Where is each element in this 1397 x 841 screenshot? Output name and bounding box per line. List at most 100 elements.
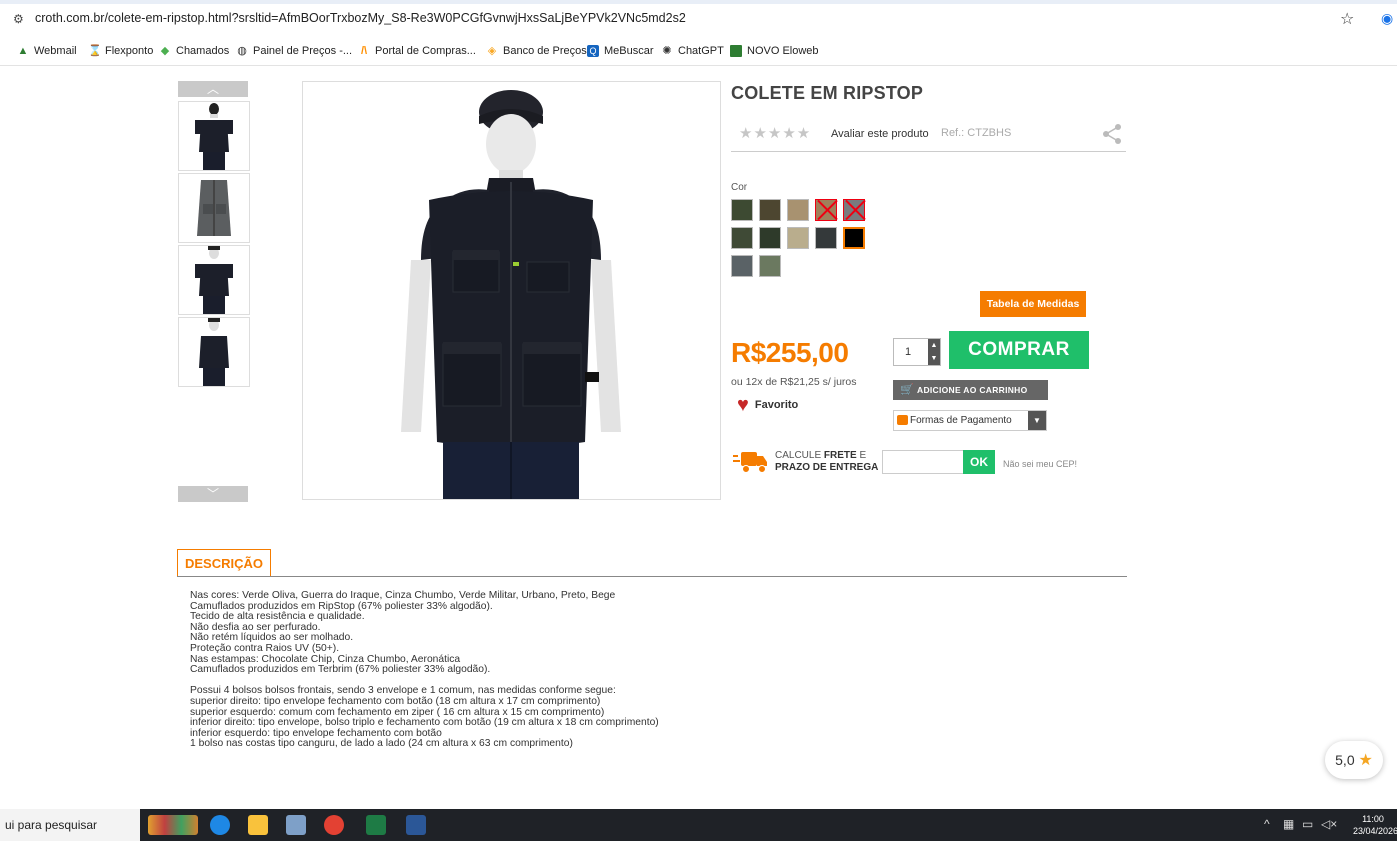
product-price: R$255,00 <box>731 337 849 368</box>
installments-text: ou 12x de R$21,25 s/ juros <box>731 376 857 388</box>
color-swatch-12[interactable] <box>759 255 781 277</box>
taskbar-search-box[interactable]: ui para pesquisar <box>0 809 140 841</box>
cep-ok-button[interactable]: OK <box>963 450 995 474</box>
color-swatch-11[interactable] <box>731 255 753 277</box>
webmail-icon: ▲ <box>17 45 29 57</box>
clock-date: 23/04/2026 <box>1353 826 1397 836</box>
product-thumbnail-2[interactable] <box>178 173 250 243</box>
bookmark-mebuscar[interactable]: Q MeBuscar <box>587 45 654 57</box>
cep-input[interactable] <box>882 450 964 474</box>
taskbar-widget-icon[interactable] <box>148 815 198 835</box>
star-icon: ★ <box>1358 752 1373 769</box>
color-swatch-10-selected[interactable] <box>843 227 865 249</box>
rating-row: ★★★★★ Avaliar este produto Ref.: CTZBHS <box>731 122 1126 152</box>
profile-icon[interactable]: ◉ <box>1381 10 1393 27</box>
windows-taskbar: ui para pesquisar ^ ▦ ▭ ◁× 11:00 23/04/2… <box>0 809 1397 841</box>
eloweb-icon <box>730 45 742 57</box>
color-swatch-4-unavailable[interactable] <box>815 199 837 221</box>
color-swatch-1[interactable] <box>731 199 753 221</box>
product-thumbnail-1[interactable] <box>178 101 250 171</box>
thumbnail-scroll-up-button[interactable]: ︿ <box>178 81 248 97</box>
description-line: 1 bolso nas costas tipo canguru, de lado… <box>190 738 573 750</box>
quantity-value[interactable]: 1 <box>905 346 911 358</box>
no-cep-link[interactable]: Não sei meu CEP! <box>1003 459 1077 469</box>
vest-gray-thumbnail-image <box>197 180 231 236</box>
rate-product-link[interactable]: Avaliar este produto <box>831 128 929 140</box>
color-swatch-9[interactable] <box>815 227 837 249</box>
volume-icon[interactable]: ◁× <box>1321 817 1337 831</box>
heart-icon: ♥ <box>737 394 749 416</box>
network-icon[interactable]: ▭ <box>1302 817 1313 831</box>
truck-icon <box>733 450 767 479</box>
bookmark-portal-compras[interactable]: /\ Portal de Compras... <box>358 45 476 57</box>
description-line: Proteção contra Raios UV (50+). <box>190 642 340 654</box>
globe-icon: ◍ <box>237 45 247 57</box>
tray-chevron-up-icon[interactable]: ^ <box>1264 817 1270 831</box>
share-icon[interactable] <box>1101 123 1123 150</box>
tray-app-icon[interactable]: ▦ <box>1283 817 1294 831</box>
payment-methods-dropdown[interactable]: Formas de Pagamento ▼ <box>893 410 1047 431</box>
color-swatch-2[interactable] <box>759 199 781 221</box>
product-title: COLETE EM RIPSTOP <box>731 83 924 103</box>
color-swatch-6[interactable] <box>731 227 753 249</box>
bookmark-banco-precos[interactable]: ◈ Banco de Preços <box>486 45 587 57</box>
taskbar-clock[interactable]: 11:00 23/04/2026 <box>1353 813 1397 837</box>
description-divider <box>177 576 1127 577</box>
word-icon[interactable] <box>406 815 426 835</box>
product-reference: Ref.: CTZBHS <box>941 127 1012 139</box>
quantity-spin-icon[interactable]: ▲ ▼ <box>928 339 940 365</box>
site-info-icon[interactable]: ⚙ <box>13 12 24 26</box>
color-swatch-5-unavailable[interactable] <box>843 199 865 221</box>
rating-score-badge[interactable]: 5,0 ★ <box>1325 741 1383 779</box>
url-field[interactable]: croth.com.br/colete-em-ripstop.html?srsl… <box>35 11 686 25</box>
chatgpt-icon: ✺ <box>662 45 672 57</box>
edge-icon[interactable] <box>210 815 230 835</box>
hourglass-icon: ⌛ <box>88 45 102 57</box>
color-swatch-8[interactable] <box>787 227 809 249</box>
color-label: Cor <box>731 182 748 193</box>
chrome-icon[interactable] <box>324 815 344 835</box>
product-thumbnail-4[interactable] <box>178 317 250 387</box>
payment-icon <box>897 415 908 425</box>
quantity-stepper[interactable]: 1 ▲ ▼ <box>893 338 941 366</box>
bookmark-chatgpt[interactable]: ✺ ChatGPT <box>661 45 723 57</box>
file-explorer-icon[interactable] <box>248 815 268 835</box>
favorite-label: Favorito <box>754 399 799 411</box>
color-swatch-7[interactable] <box>759 227 781 249</box>
tab-strip-edge <box>0 0 1397 4</box>
bookmarks-bar: ▲ Webmail ⌛ Flexponto ◆ Chamados ◍ Painel de… <box>0 38 1397 66</box>
description-text: Nas cores: Verde Oliva, Guerra do Iraque… <box>190 590 1090 750</box>
excel-icon[interactable] <box>366 815 386 835</box>
score-value: 5,0 <box>1335 752 1355 768</box>
bookmark-star-icon[interactable]: ☆ <box>1340 9 1354 29</box>
chevron-down-icon[interactable]: ▼ <box>1028 411 1046 430</box>
banco-icon: ◈ <box>487 45 497 57</box>
address-bar: ⚙ croth.com.br/colete-em-ripstop.html?sr… <box>0 0 1397 38</box>
description-line: Tecido de alta resistência e qualidade. <box>190 611 365 623</box>
favorite-button[interactable]: ♥ Favorito <box>737 394 799 416</box>
product-main-image[interactable] <box>302 81 721 500</box>
cart-icon: 🛒 <box>900 384 914 396</box>
size-table-button[interactable]: Tabela de Medidas <box>980 291 1086 317</box>
bookmark-novo-eloweb[interactable]: NOVO Eloweb <box>730 45 819 57</box>
thumbnail-scroll-down-button[interactable]: ﹀ <box>178 486 248 502</box>
shipping-calculator-label: CALCULE FRETE E PRAZO DE ENTREGA <box>775 450 879 473</box>
product-thumbnail-3[interactable] <box>178 245 250 315</box>
paint-icon[interactable] <box>286 815 306 835</box>
clock-time: 11:00 <box>1362 814 1384 824</box>
add-to-cart-label: ADICIONE AO CARRINHO <box>917 385 1028 395</box>
description-line: superior direito: tipo envelope fechamen… <box>190 695 601 707</box>
rating-stars[interactable]: ★★★★★ <box>739 124 811 142</box>
add-to-cart-button[interactable]: 🛒 ADICIONE AO CARRINHO <box>893 380 1048 400</box>
bookmark-webmail[interactable]: ▲ Webmail <box>17 45 77 57</box>
color-swatch-3[interactable] <box>787 199 809 221</box>
vest-front-thumbnail-image <box>195 103 233 170</box>
buy-button[interactable]: COMPRAR <box>949 331 1089 369</box>
bookmark-painel-precos[interactable]: ◍ Painel de Preços -... <box>236 45 352 57</box>
description-line: Camuflados produzidos em Terbrim (67% po… <box>190 664 491 676</box>
bookmark-flexponto[interactable]: ⌛ Flexponto <box>88 45 153 57</box>
bookmark-chamados[interactable]: ◆ Chamados <box>159 45 229 57</box>
portal-icon: /\ <box>360 45 368 57</box>
tab-description[interactable]: DESCRIÇÃO <box>177 549 271 576</box>
description-line: Nas cores: Verde Oliva, Guerra do Iraque… <box>190 590 616 601</box>
